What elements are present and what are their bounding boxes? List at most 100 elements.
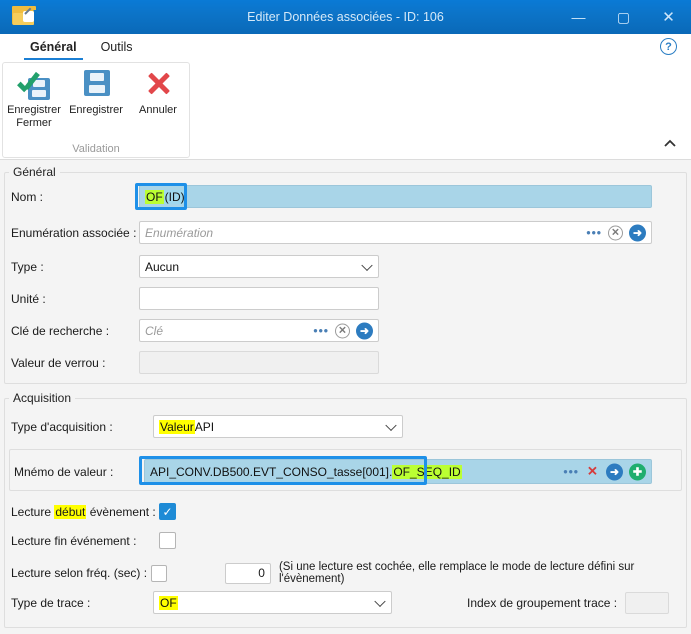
title-bar: Editer Données associées - ID: 106 — ▢ ✕ xyxy=(0,0,691,34)
tab-outils[interactable]: Outils xyxy=(89,35,145,60)
help-icon[interactable]: ? xyxy=(660,38,677,55)
cle-ellipsis-icon[interactable]: ••• xyxy=(313,325,329,337)
folder-edit-icon xyxy=(6,0,40,34)
enumeration-go-icon[interactable]: ➜ xyxy=(629,224,646,241)
mnemo-valeur-ellipsis-icon[interactable]: ••• xyxy=(563,466,579,478)
type-acquisition-value-highlight: Valeur xyxy=(159,419,195,434)
lecture-freq-value-input[interactable]: 0 xyxy=(225,562,271,584)
lecture-freq-checkbox[interactable] xyxy=(150,564,168,582)
ribbon-group-title: Validation xyxy=(72,143,120,155)
nom-value-highlight: OF xyxy=(145,189,164,204)
enumeration-ellipsis-icon[interactable]: ••• xyxy=(586,227,602,239)
save-and-close-button[interactable]: Enregistrer Fermer xyxy=(4,67,64,130)
section-general: Général Nom : OF (ID) Enumération associ… xyxy=(4,165,687,384)
unite-input[interactable] xyxy=(139,287,379,310)
save-label: Enregistrer xyxy=(69,104,123,116)
chevron-down-icon xyxy=(374,595,386,607)
section-general-title: Général xyxy=(9,165,60,179)
row-nom: Nom : OF (ID) xyxy=(11,185,680,208)
row-verrou: Valeur de verrou : xyxy=(11,351,379,374)
cancel-label: Annuler xyxy=(139,104,177,116)
mnemo-valeur-label: Mnémo de valeur : xyxy=(14,464,114,479)
lecture-freq-note: (Si une lecture est cochée, elle remplac… xyxy=(278,561,635,585)
enumeration-placeholder: Enumération xyxy=(145,225,214,240)
chevron-down-icon xyxy=(385,419,397,431)
type-trace-label: Type de trace : xyxy=(11,595,91,610)
cle-actions: ••• ✕ ➜ xyxy=(313,322,373,339)
lecture-debut-label: Lecture début évènement : xyxy=(11,504,159,519)
maximize-icon[interactable]: ▢ xyxy=(601,0,646,34)
tab-general[interactable]: Général xyxy=(18,35,89,60)
type-acquisition-label: Type d'acquisition : xyxy=(11,419,113,434)
nom-input[interactable]: OF (ID) xyxy=(139,185,652,208)
cancel-button[interactable]: Annuler xyxy=(128,67,188,117)
row-cle: Clé de recherche : Clé ••• ✕ ➜ xyxy=(11,319,379,342)
lecture-debut-label-post: évènement : xyxy=(86,504,156,519)
row-lecture-fin: Lecture fin événement : xyxy=(11,532,176,549)
row-type: Type : Aucun xyxy=(11,255,379,278)
save-and-close-icon xyxy=(17,67,51,101)
lecture-fin-checkbox[interactable] xyxy=(159,532,176,549)
type-acquisition-value-rest: API xyxy=(194,419,215,434)
enumeration-label: Enumération associée : xyxy=(11,225,137,240)
row-lecture-debut: Lecture début évènement : ✓ xyxy=(11,503,176,520)
nom-label: Nom : xyxy=(11,189,44,204)
row-lecture-freq: Lecture selon fréq. (sec) : 0 (Si une le… xyxy=(11,561,680,585)
row-type-acquisition: Type d'acquisition : Valeur API xyxy=(11,415,403,438)
type-value: Aucun xyxy=(145,259,180,274)
section-acquisition: Acquisition Type d'acquisition : Valeur … xyxy=(4,391,687,628)
close-icon[interactable]: ✕ xyxy=(646,0,691,34)
lecture-debut-checkbox[interactable]: ✓ xyxy=(159,503,176,520)
row-enumeration: Enumération associée : Enumération ••• ✕… xyxy=(11,221,680,244)
window-controls: — ▢ ✕ xyxy=(556,0,691,34)
enumeration-clear-icon[interactable]: ✕ xyxy=(608,225,623,240)
verrou-input xyxy=(139,351,379,374)
panel-mnemo-valeur: Mnémo de valeur : API_CONV.DB500.EVT_CON… xyxy=(9,449,682,491)
type-acquisition-select[interactable]: Valeur API xyxy=(153,415,403,438)
ribbon-tabstrip: Général Outils ? xyxy=(0,34,691,60)
cle-clear-icon[interactable]: ✕ xyxy=(335,323,350,338)
save-button[interactable]: Enregistrer xyxy=(66,67,126,117)
chevron-down-icon xyxy=(361,259,373,271)
verrou-label: Valeur de verrou : xyxy=(11,355,106,370)
mnemo-valeur-actions: ••• ✕ ➜ ✚ xyxy=(563,463,646,480)
type-label: Type : xyxy=(11,259,44,274)
mnemo-valeur-input[interactable]: API_CONV.DB500.EVT_CONSO_tasse[001]. OF_S… xyxy=(144,459,652,484)
lecture-fin-label: Lecture fin événement : xyxy=(11,533,137,548)
check-icon: ✓ xyxy=(162,504,173,519)
enumeration-actions: ••• ✕ ➜ xyxy=(586,224,646,241)
cle-placeholder: Clé xyxy=(145,323,164,338)
section-acquisition-title: Acquisition xyxy=(9,391,76,405)
index-groupement-label: Index de groupement trace : xyxy=(467,595,618,610)
lecture-debut-label-pre: Lecture xyxy=(11,504,55,519)
mnemo-valeur-add-icon[interactable]: ✚ xyxy=(629,463,646,480)
save-icon xyxy=(79,67,113,101)
nom-value-rest: (ID) xyxy=(163,189,186,204)
cle-label: Clé de recherche : xyxy=(11,323,110,338)
type-select[interactable]: Aucun xyxy=(139,255,379,278)
unite-label: Unité : xyxy=(11,291,46,306)
ribbon: Enregistrer Fermer Enregistrer Annuler V… xyxy=(0,60,691,160)
mnemo-valeur-clear-icon[interactable]: ✕ xyxy=(585,464,600,479)
row-unite: Unité : xyxy=(11,287,379,310)
index-groupement-input xyxy=(625,591,670,614)
cle-input[interactable]: Clé ••• ✕ ➜ xyxy=(139,319,379,342)
enumeration-input[interactable]: Enumération ••• ✕ ➜ xyxy=(139,221,652,244)
ribbon-collapse-icon[interactable] xyxy=(663,136,677,151)
mnemo-valeur-prefix: API_CONV.DB500.EVT_CONSO_tasse[001]. xyxy=(150,464,393,479)
form-body: Général Nom : OF (ID) Enumération associ… xyxy=(0,160,691,634)
type-trace-select[interactable]: OF xyxy=(153,591,392,614)
cancel-cross-icon xyxy=(141,67,175,101)
mnemo-valeur-go-icon[interactable]: ➜ xyxy=(606,463,623,480)
dialog-window: Editer Données associées - ID: 106 — ▢ ✕… xyxy=(0,0,691,634)
mnemo-valeur-highlight: OF_SEQ_ID xyxy=(392,464,462,479)
ribbon-group-validation: Enregistrer Fermer Enregistrer Annuler V… xyxy=(2,62,190,158)
cle-go-icon[interactable]: ➜ xyxy=(356,322,373,339)
lecture-debut-label-highlight: début xyxy=(54,504,87,519)
row-type-trace: Type de trace : OF Index de groupement t… xyxy=(11,591,680,614)
lecture-freq-label: Lecture selon fréq. (sec) : xyxy=(11,566,148,580)
minimize-icon[interactable]: — xyxy=(556,0,601,34)
save-and-close-label: Enregistrer Fermer xyxy=(7,104,61,129)
type-trace-value: OF xyxy=(159,595,178,610)
row-mnemo-valeur: Mnémo de valeur : API_CONV.DB500.EVT_CON… xyxy=(14,459,652,484)
